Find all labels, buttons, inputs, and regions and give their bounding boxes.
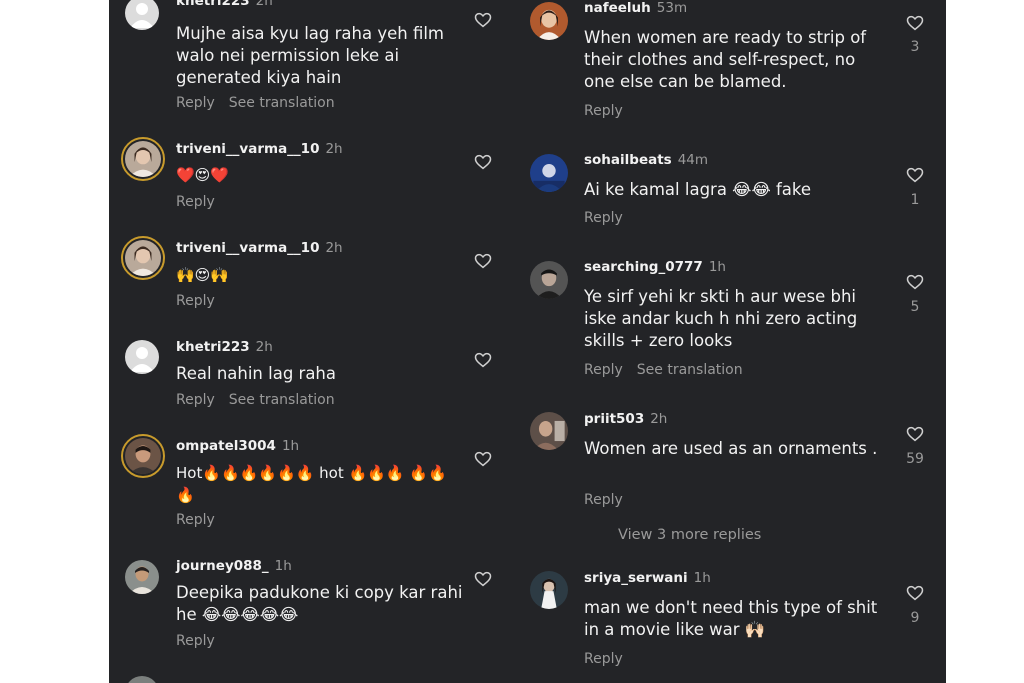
comment-actions: Reply	[176, 293, 215, 309]
comment-actions: Reply See translation	[176, 392, 335, 408]
comments-panel-right: nafeeluh 53m When women are ready to stri…	[512, 0, 946, 683]
heart-icon[interactable]	[474, 11, 492, 29]
comment-actions: Reply	[176, 633, 215, 649]
comment-time: 2h	[650, 411, 668, 427]
comment-time: 2h	[325, 240, 343, 256]
default-avatar-icon	[125, 0, 159, 30]
comment-username[interactable]: priit503 2h	[584, 411, 667, 427]
avatar[interactable]	[121, 236, 165, 280]
reply-button[interactable]: Reply	[584, 492, 623, 508]
comment-text: Ai ke kamal lagra 😂😂 fake	[584, 180, 812, 199]
comment-username[interactable]: khetri223 2h	[176, 0, 273, 9]
like-count: 59	[906, 451, 924, 467]
comment-time: 53m	[656, 0, 688, 16]
comment-text: man we don't need this type of shit in a…	[584, 598, 878, 639]
heart-icon[interactable]	[906, 584, 924, 602]
see-translation-button[interactable]: See translation	[637, 362, 743, 378]
comment-time: 1h	[281, 438, 300, 454]
reply-button[interactable]: Reply	[584, 362, 623, 378]
like-count: 3	[910, 39, 920, 55]
reply-button[interactable]: Reply	[176, 392, 215, 408]
reply-button[interactable]: Reply	[176, 194, 215, 210]
heart-icon[interactable]	[474, 153, 492, 171]
comment-actions: Reply	[584, 103, 623, 119]
reply-button[interactable]: Reply	[584, 210, 623, 226]
avatar[interactable]	[121, 137, 165, 181]
comment-actions: Reply	[176, 194, 215, 210]
avatar[interactable]	[530, 2, 568, 40]
like-count: 1	[910, 192, 920, 208]
reply-button[interactable]: Reply	[584, 651, 623, 667]
avatar[interactable]	[125, 0, 159, 30]
heart-icon[interactable]	[474, 450, 492, 468]
avatar[interactable]	[530, 412, 568, 450]
heart-icon[interactable]	[906, 14, 924, 32]
comment-username[interactable]: sohailbeats 44m	[584, 152, 708, 168]
comment-username[interactable]: khetri223 2h	[176, 339, 273, 355]
comment-text: ❤️😍❤️	[176, 166, 229, 184]
comment-actions: Reply	[176, 512, 215, 528]
reply-button[interactable]: Reply	[176, 633, 215, 649]
comment-actions: Reply	[584, 651, 623, 667]
comment-time: 1h	[274, 558, 292, 574]
reply-button[interactable]: Reply	[176, 293, 215, 309]
default-avatar-icon	[125, 340, 159, 374]
reply-button[interactable]: Reply	[176, 512, 215, 528]
avatar[interactable]	[530, 154, 568, 192]
view-more-replies-button[interactable]: View 3 more replies	[618, 527, 761, 543]
comment-text: Real nahin lag raha	[176, 364, 337, 383]
comment-actions: Reply See translation	[584, 362, 743, 378]
comment-text: 🙌😍🙌	[176, 266, 229, 284]
avatar[interactable]	[530, 261, 568, 299]
comment-text: Ye sirf yehi kr skti h aur wese bhi iske…	[584, 287, 858, 350]
heart-icon[interactable]	[474, 570, 492, 588]
comment-time: 2h	[325, 141, 343, 157]
comment-time: 1h	[708, 259, 726, 275]
comment-username[interactable]: sriya_serwani 1h	[584, 570, 711, 586]
heart-icon[interactable]	[906, 273, 924, 291]
comment-username[interactable]: searching_0777 1h	[584, 259, 726, 275]
comment-time: 1h	[693, 570, 711, 586]
like-count: 5	[910, 299, 920, 315]
like-count: 9	[910, 610, 920, 626]
comment-username[interactable]: journey088_ 1h	[176, 558, 292, 574]
avatar[interactable]	[125, 676, 159, 683]
avatar[interactable]	[125, 560, 159, 594]
comment-username[interactable]: triveni__varma__10 2h	[176, 240, 343, 256]
comment-time: 44m	[677, 152, 709, 168]
comment-text: Mujhe aisa kyu lag raha yeh film walo ne…	[176, 24, 445, 87]
reply-button[interactable]: Reply	[584, 103, 623, 119]
comment-actions: Reply See translation	[176, 95, 335, 111]
comment-time: 2h	[255, 0, 273, 9]
comments-panel-left: khetri223 2h Mujhe aisa kyu lag raha yeh …	[109, 0, 512, 683]
heart-icon[interactable]	[906, 425, 924, 443]
heart-icon[interactable]	[906, 166, 924, 184]
reply-button[interactable]: Reply	[176, 95, 215, 111]
comment-text: Deepika padukone ki copy kar rahi he 😂😂😂…	[176, 583, 463, 624]
comment-text: When women are ready to strip of their c…	[584, 28, 867, 91]
see-translation-button[interactable]: See translation	[229, 95, 335, 111]
avatar[interactable]	[121, 434, 165, 478]
comment-username[interactable]: nafeeluh 53m	[584, 0, 687, 16]
heart-icon[interactable]	[474, 351, 492, 369]
comment-username[interactable]: triveni__varma__10 2h	[176, 141, 343, 157]
avatar[interactable]	[125, 340, 159, 374]
comment-username[interactable]: ompatel3004 1h	[176, 438, 299, 454]
comment-actions: Reply	[584, 492, 623, 508]
heart-icon[interactable]	[474, 252, 492, 270]
comment-time: 2h	[255, 339, 273, 355]
comment-text: Women are used as an ornaments .	[584, 439, 878, 458]
comment-actions: Reply	[584, 210, 623, 226]
see-translation-button[interactable]: See translation	[229, 392, 335, 408]
avatar[interactable]	[530, 571, 568, 609]
comment-text: Hot🔥🔥🔥🔥🔥🔥 hot 🔥🔥🔥 🔥🔥🔥	[176, 464, 447, 504]
